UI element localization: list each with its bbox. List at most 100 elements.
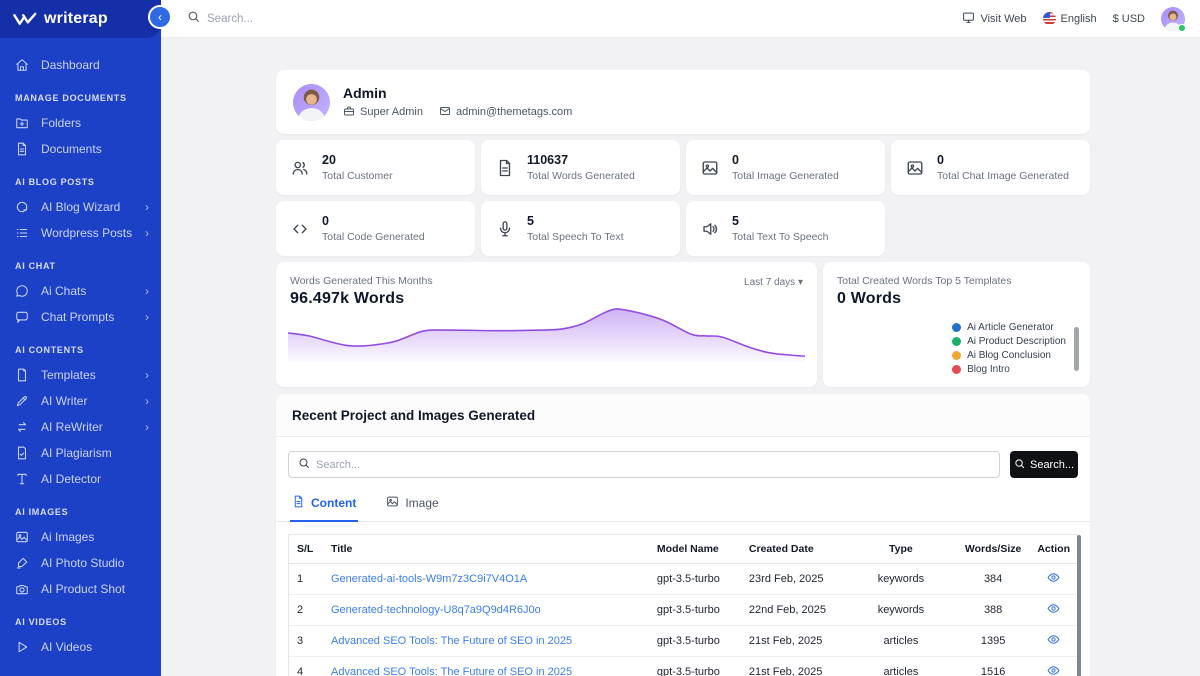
topbar-search-input[interactable] <box>207 13 397 25</box>
topbar: Visit Web English $ USD <box>161 0 1200 38</box>
tab-image[interactable]: Image <box>384 488 440 522</box>
cell-date: 23rd Feb, 2025 <box>741 564 845 595</box>
row-title-link[interactable]: Generated-ai-tools-W9m7z3C9i7V4O1A <box>331 573 527 585</box>
table-scrollbar[interactable] <box>1077 535 1081 676</box>
column-header-words-size: Words/Size <box>957 535 1029 564</box>
chevron-right-icon: › <box>145 200 149 214</box>
stat-card-total-image-generated: 0Total Image Generated <box>686 140 885 195</box>
list-icon <box>15 226 29 240</box>
table-row: 4Advanced SEO Tools: The Future of SEO i… <box>289 657 1078 676</box>
tab-label: Content <box>311 496 356 510</box>
view-eye-icon[interactable] <box>1047 664 1060 676</box>
chevron-right-icon: › <box>145 368 149 382</box>
sidebar-item-wordpress-posts[interactable]: Wordpress Posts › <box>0 220 161 246</box>
profile-email: admin@themetags.com <box>439 105 572 120</box>
view-eye-icon[interactable] <box>1047 602 1060 615</box>
sidebar-section-header-ai-contents: AI CONTENTS <box>0 330 161 362</box>
view-eye-icon[interactable] <box>1047 571 1060 584</box>
row-title-link[interactable]: Advanced SEO Tools: The Future of SEO in… <box>331 666 572 676</box>
topbar-search <box>187 10 397 28</box>
sidebar-section-header-ai-chat: AI CHAT <box>0 246 161 278</box>
sidebar-item-label: AI Plagiarism <box>41 446 112 460</box>
cell-sl: 1 <box>289 564 323 595</box>
stat-card-total-text-to-speech: 5Total Text To Speech <box>686 201 885 256</box>
chevron-right-icon: › <box>145 226 149 240</box>
online-status-dot <box>1178 24 1186 32</box>
sidebar-item-ai-rewriter[interactable]: AI ReWriter › <box>0 414 161 440</box>
tab-content[interactable]: Content <box>290 488 358 522</box>
words-generated-chart-card: Words Generated This Months 96.497k Word… <box>276 262 817 387</box>
legend-item-ai-product-description: Ai Product Description <box>952 336 1066 347</box>
legend-scrollbar[interactable] <box>1074 327 1079 371</box>
briefcase-icon <box>343 105 355 120</box>
sidebar-item-label: Chat Prompts <box>41 310 114 324</box>
legend-label: Ai Article Generator <box>967 322 1054 333</box>
sidebar-item-ai-images[interactable]: Ai Images <box>0 524 161 550</box>
profile-name: Admin <box>343 85 572 101</box>
cell-words: 384 <box>957 564 1029 595</box>
cell-sl: 3 <box>289 626 323 657</box>
sidebar-collapse-button[interactable]: ‹ <box>148 5 172 29</box>
legend-label: Ai Product Description <box>967 336 1066 347</box>
sidebar-section-header-manage-documents: MANAGE DOCUMENTS <box>0 78 161 110</box>
sidebar-item-label: AI Photo Studio <box>41 556 124 570</box>
sidebar-item-ai-videos[interactable]: AI Videos <box>0 634 161 660</box>
legend-dot <box>952 337 961 346</box>
visit-web-link[interactable]: Visit Web <box>962 11 1026 27</box>
table-search-input[interactable] <box>316 459 990 471</box>
sidebar-item-chat-prompts[interactable]: Chat Prompts › <box>0 304 161 330</box>
refresh-icon <box>15 200 29 214</box>
sidebar-item-ai-detector[interactable]: AI Detector <box>0 466 161 492</box>
document-icon <box>15 142 29 156</box>
chevron-right-icon: › <box>145 284 149 298</box>
cell-model: gpt-3.5-turbo <box>649 657 741 676</box>
stat-value: 0 <box>732 153 839 167</box>
file-icon <box>15 368 29 382</box>
sidebar-item-ai-chats[interactable]: Ai Chats › <box>0 278 161 304</box>
user-avatar[interactable] <box>1161 7 1185 31</box>
sidebar-item-dashboard[interactable]: Dashboard <box>0 52 161 78</box>
chevron-right-icon: › <box>145 310 149 324</box>
search-button[interactable]: Search... <box>1010 451 1078 478</box>
row-title-link[interactable]: Generated-technology-U8q7a9Q9d4R6J0o <box>331 604 541 616</box>
stat-value: 5 <box>732 214 829 228</box>
sidebar-item-templates[interactable]: Templates› <box>0 362 161 388</box>
chat-bubble-icon <box>15 284 29 298</box>
microphone-icon <box>496 220 514 238</box>
chart-value: 0 Words <box>837 290 1076 308</box>
results-table: S/LTitleModel NameCreated DateTypeWords/… <box>289 535 1078 676</box>
sidebar-item-label: Ai Chats <box>41 284 86 298</box>
sidebar-item-label: AI Detector <box>41 472 101 486</box>
sidebar-item-label: AI Videos <box>41 640 92 654</box>
cell-words: 388 <box>957 595 1029 626</box>
sidebar: writerap DashboardMANAGE DOCUMENTS Folder… <box>0 0 161 676</box>
cell-words: 1516 <box>957 657 1029 676</box>
sidebar-item-folders[interactable]: Folders <box>0 110 161 136</box>
sidebar-item-documents[interactable]: Documents <box>0 136 161 162</box>
table-row: 3 Advanced SEO Tools: The Future of SEO i… <box>289 626 1078 657</box>
sidebar-item-label: Folders <box>41 116 81 130</box>
chart-legend: Ai Article Generator Ai Product Descripti… <box>952 319 1066 375</box>
sidebar-section-header-ai-blog-posts: AI BLOG POSTS <box>0 162 161 194</box>
chevron-right-icon: › <box>145 420 149 434</box>
image-icon <box>701 159 719 177</box>
image-icon <box>15 530 29 544</box>
brush-icon <box>15 556 29 570</box>
column-header-type: Type <box>845 535 957 564</box>
currency-selector[interactable]: $ USD <box>1113 13 1145 25</box>
sidebar-item-ai-photo-studio[interactable]: AI Photo Studio <box>0 550 161 576</box>
row-title-link[interactable]: Advanced SEO Tools: The Future of SEO in… <box>331 635 572 647</box>
chart-title: Total Created Words Top 5 Templates <box>837 275 1076 287</box>
range-selector-dropdown[interactable]: Last 7 days ▾ <box>744 277 803 288</box>
speaker-icon <box>701 220 719 238</box>
view-eye-icon[interactable] <box>1047 633 1060 646</box>
language-selector[interactable]: English <box>1043 12 1097 25</box>
legend-item-ai-blog-conclusion: Ai Blog Conclusion <box>952 350 1066 361</box>
sidebar-item-ai-blog-wizard[interactable]: AI Blog Wizard› <box>0 194 161 220</box>
logo[interactable]: writerap <box>0 0 161 38</box>
sidebar-item-label: AI ReWriter <box>41 420 103 434</box>
sidebar-item-ai-plagiarism[interactable]: AI Plagiarism <box>0 440 161 466</box>
sidebar-item-ai-writer[interactable]: AI Writer› <box>0 388 161 414</box>
sidebar-item-label: Wordpress Posts <box>41 226 132 240</box>
sidebar-item-ai-product-shot[interactable]: AI Product Shot <box>0 576 161 602</box>
